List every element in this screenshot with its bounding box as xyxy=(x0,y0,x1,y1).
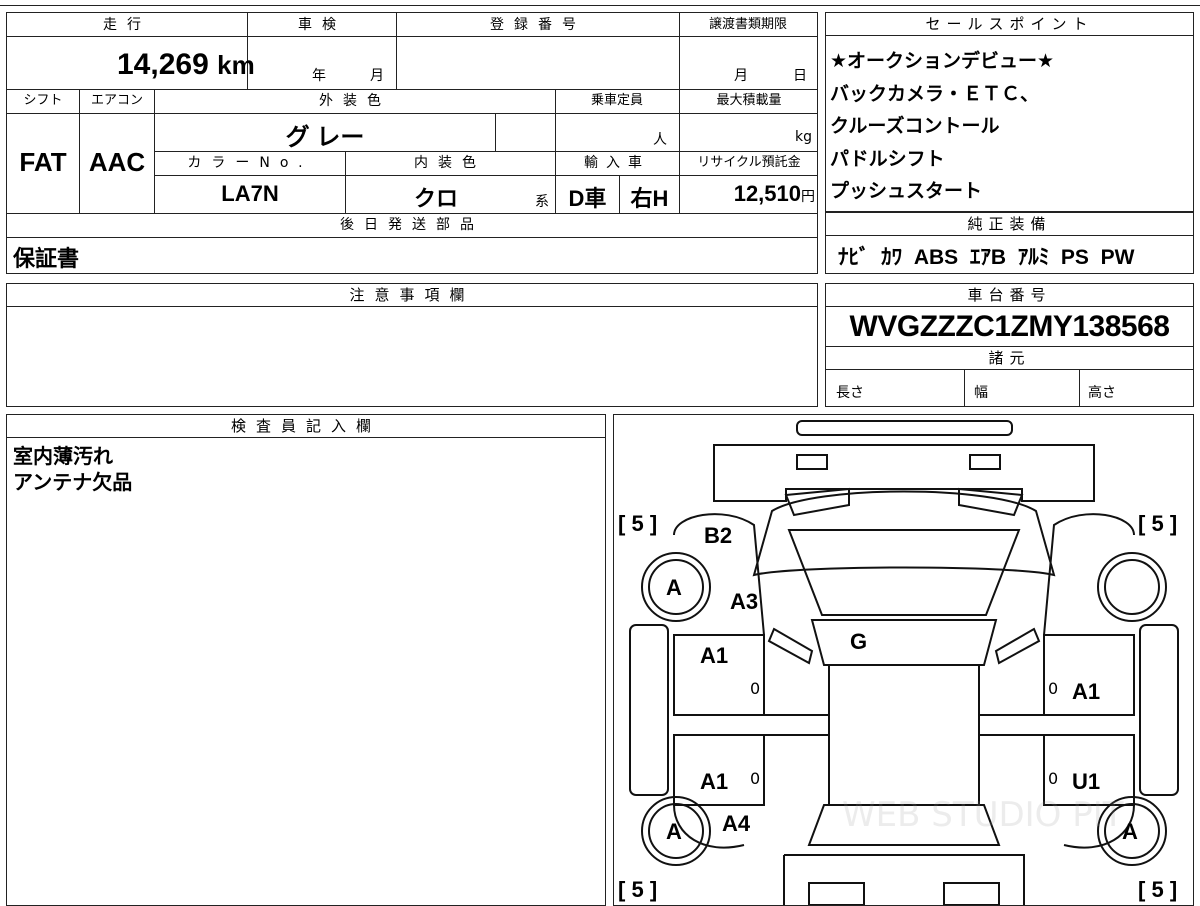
sales-line: ★オークションデビュー★ xyxy=(830,50,1055,72)
watermark: WEB STUDIO PIT xyxy=(842,795,1124,835)
inspector-notes: 室内薄汚れ アンテナ欠品 xyxy=(13,443,132,495)
ac-value: AAC xyxy=(88,147,146,177)
mark-a1-rear-left: A1 xyxy=(700,769,729,794)
sales-point-panel: セールスポイント ★オークションデビュー★ バックカメラ・ＥＴＣ、 クルーズコン… xyxy=(825,12,1194,212)
spec-width-label: 幅 xyxy=(974,385,988,401)
transfer-label: 譲渡書類期限 xyxy=(708,17,787,32)
recycle-label: リサイクル預託金 xyxy=(697,155,801,170)
maxload-unit: kg xyxy=(795,129,812,145)
registration-label: 登録番号 xyxy=(490,17,586,33)
chassis-header: 車台番号 xyxy=(826,284,1193,307)
small-zero: 0 xyxy=(1048,679,1059,698)
maxload-label: 最大積載量 xyxy=(716,93,782,108)
small-zero: 0 xyxy=(750,679,761,698)
colorno-value: LA7N xyxy=(221,181,279,206)
sales-point-header: セールスポイント xyxy=(826,13,1193,36)
spec-length-label: 長さ xyxy=(836,385,864,401)
inspector-note: アンテナ欠品 xyxy=(13,470,133,494)
wheel-mark-rear-left: A xyxy=(666,819,682,844)
equipment-list: ﾅﾋﾞ ｶﾜ ABS ｴｱB ｱﾙﾐ PS PW xyxy=(838,241,1134,271)
spec-height-label: 高さ xyxy=(1088,385,1116,401)
equipment-item: ﾅﾋﾞ xyxy=(838,246,870,269)
inspector-header: 検査員記入欄 xyxy=(7,415,605,438)
small-zero: 0 xyxy=(750,769,761,788)
inspection-label: 車検 xyxy=(298,17,346,33)
chassis-panel: 車台番号 WVGZZZC1ZMY138568 諸元 長さ 幅 高さ xyxy=(825,283,1194,407)
capacity-unit: 人 xyxy=(653,132,667,148)
shift-value: FAT xyxy=(19,147,67,177)
notes-panel: 注意事項欄 xyxy=(6,283,818,407)
sales-line: クルーズコントール xyxy=(830,115,1000,137)
car-damage-diagram: [ 5 ] [ 5 ] [ 5 ] [ 5 ] A A A B2 A3 G A1… xyxy=(613,414,1194,906)
equipment-item: ｱﾙﾐ xyxy=(1017,246,1050,269)
mark-a3: A3 xyxy=(730,589,759,614)
transfer-month: 月 xyxy=(734,68,748,84)
equipment-item: PS xyxy=(1060,246,1089,269)
recycle-unit: 円 xyxy=(801,188,815,204)
inspector-note: 室内薄汚れ xyxy=(13,444,113,468)
parts-label: 後日発送部品 xyxy=(340,217,484,233)
import-label: 輸入車 xyxy=(584,155,650,171)
wheel-mark-front-left: A xyxy=(666,575,682,600)
equipment-panel: 純正装備 ﾅﾋﾞ ｶﾜ ABS ｴｱB ｱﾙﾐ PS PW xyxy=(825,212,1194,274)
mark-u1-rear-right: U1 xyxy=(1072,769,1101,794)
equipment-item: PW xyxy=(1100,246,1135,269)
import-value-1: D車 xyxy=(568,186,607,211)
inspection-month: 月 xyxy=(370,68,384,84)
tire-tread-rear-right: [ 5 ] xyxy=(1138,877,1178,902)
mark-a4: A4 xyxy=(722,811,751,836)
tire-fl-value: 5 xyxy=(631,511,644,536)
small-zero: 0 xyxy=(1048,769,1059,788)
equipment-header: 純正装備 xyxy=(826,213,1193,236)
sales-line: バックカメラ・ＥＴＣ、 xyxy=(830,82,1040,105)
mark-a1-front-left: A1 xyxy=(700,643,729,668)
mileage-label: 走行 xyxy=(103,17,151,33)
tire-rr-value: 5 xyxy=(1151,877,1164,902)
tire-fr-value: 5 xyxy=(1151,511,1164,536)
top-strip xyxy=(0,0,1200,6)
mark-b2: B2 xyxy=(704,523,733,548)
chassis-number: WVGZZZC1ZMY138568 xyxy=(849,310,1170,343)
tire-tread-front-left: [ 5 ] xyxy=(618,511,658,536)
exterior-label: 外装色 xyxy=(319,93,391,109)
sales-line: プッシュスタート xyxy=(830,180,983,202)
interior-label: 内装色 xyxy=(414,155,486,171)
interior-value: クロ xyxy=(413,186,458,211)
tire-tread-front-right: [ 5 ] xyxy=(1138,511,1178,536)
interior-suffix: 系 xyxy=(535,194,549,210)
equipment-item: ｴｱB xyxy=(969,246,1007,269)
tire-rl-value: 5 xyxy=(631,877,644,902)
sales-point-lines: ★オークションデビュー★ バックカメラ・ＥＴＣ、 クルーズコントール パドルシフ… xyxy=(830,45,1054,208)
equipment-item: ｶﾜ xyxy=(881,246,903,269)
tire-tread-rear-left: [ 5 ] xyxy=(618,877,658,902)
sales-line: パドルシフト xyxy=(830,147,945,170)
mark-g: G xyxy=(850,629,868,654)
capacity-label: 乗車定員 xyxy=(590,93,643,108)
exterior-value: グ レー xyxy=(285,124,365,151)
vehicle-info-table: 走行 車検 登録番号 譲渡書類期限 14,269 km 年 月 月 日 シフト … xyxy=(6,12,818,274)
import-value-2: 右H xyxy=(630,186,669,211)
inspection-year: 年 xyxy=(312,68,326,84)
equipment-item: ABS xyxy=(913,246,959,269)
notes-header: 注意事項欄 xyxy=(7,284,817,307)
wheel-mark-rear-right: A xyxy=(1122,819,1138,844)
mark-a1-front-right: A1 xyxy=(1072,679,1101,704)
ac-label: エアコン xyxy=(90,93,143,108)
mileage-value: 14,269 xyxy=(117,48,209,81)
colorno-label: カラーNo. xyxy=(187,155,313,171)
recycle-value: 12,510 xyxy=(733,181,801,206)
inspector-panel: 検査員記入欄 室内薄汚れ アンテナ欠品 xyxy=(6,414,606,906)
transfer-day: 日 xyxy=(793,68,807,84)
shift-label: シフト xyxy=(23,93,63,108)
parts-value: 保証書 xyxy=(13,247,80,272)
mileage-unit: km xyxy=(217,50,255,80)
specs-header: 諸元 xyxy=(826,346,1193,370)
